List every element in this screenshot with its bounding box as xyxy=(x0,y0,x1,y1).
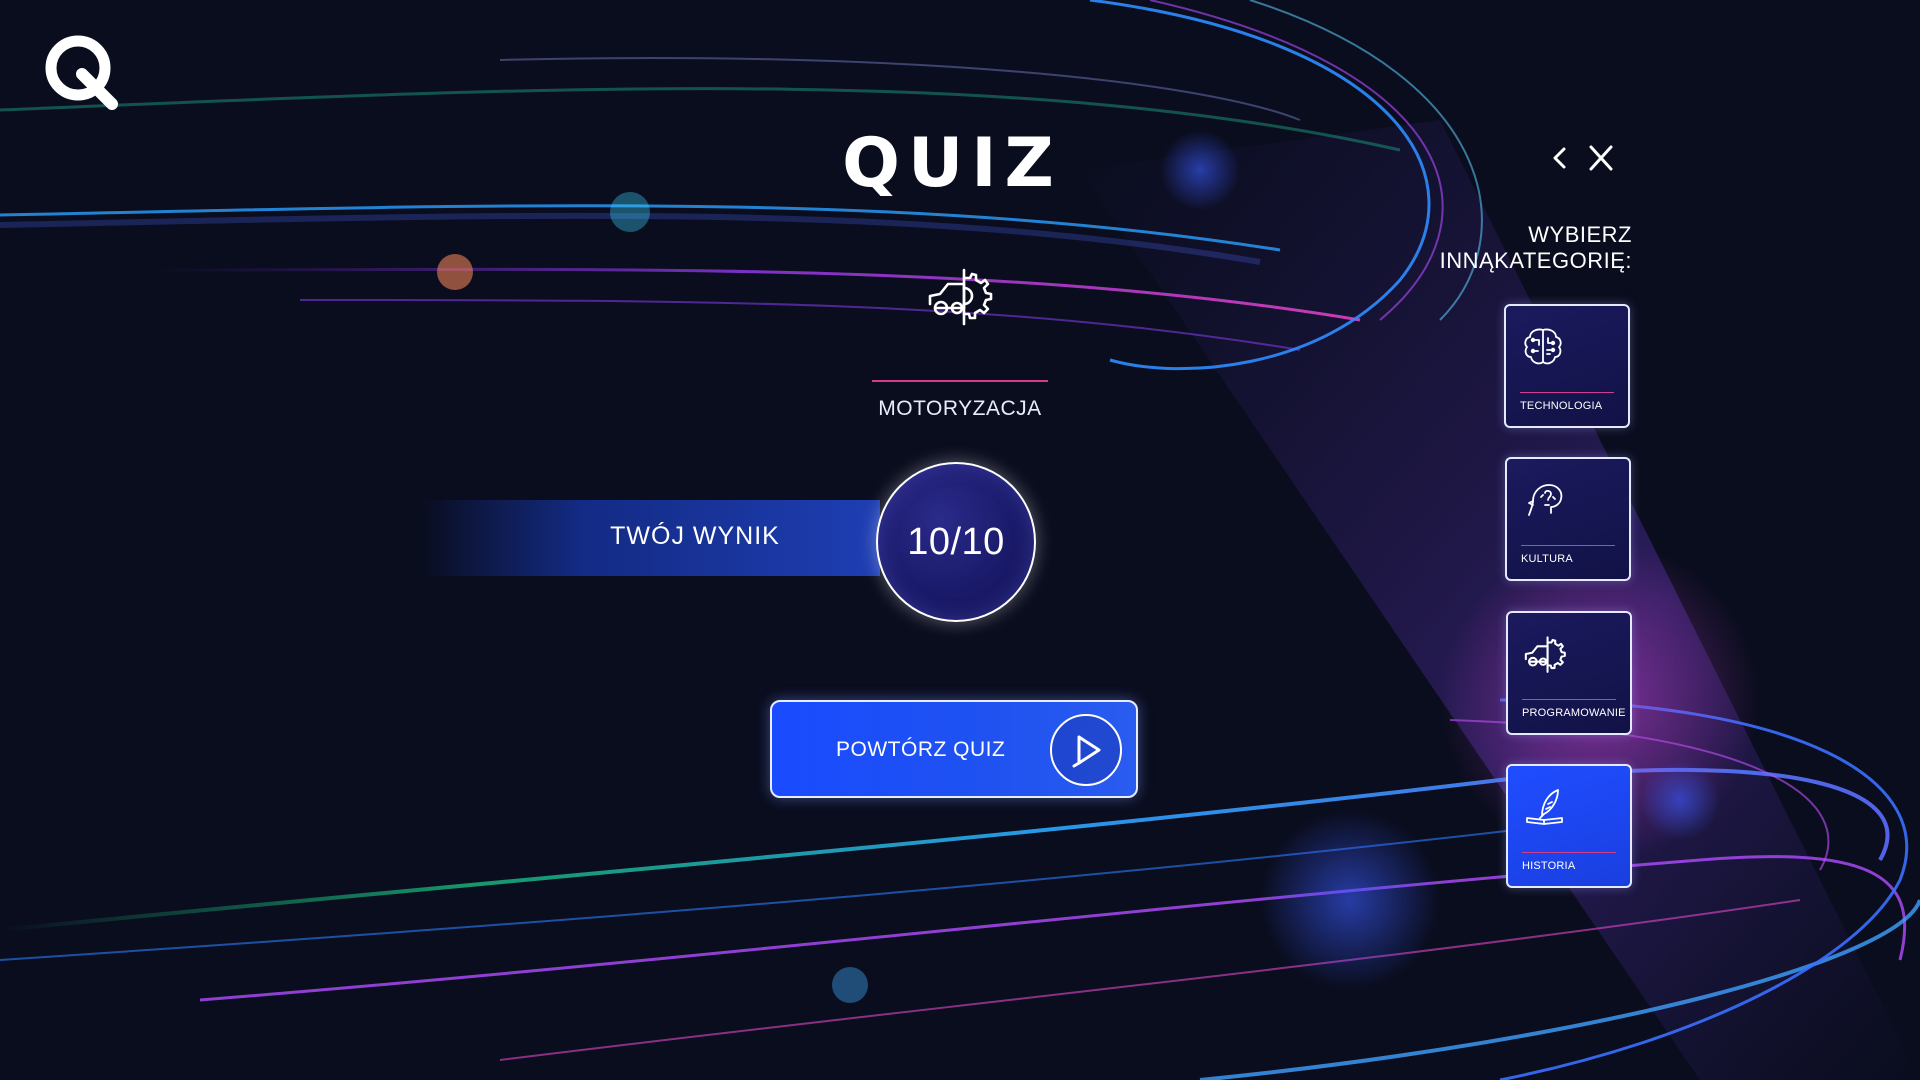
play-button[interactable] xyxy=(1050,714,1122,786)
category-tile-historia[interactable]: HISTORIA xyxy=(1506,764,1632,888)
score-value: 10/10 xyxy=(907,520,1005,563)
category-name: MOTORYZACJA xyxy=(878,397,1042,420)
tile-divider xyxy=(1522,699,1616,700)
car-gear-icon xyxy=(928,268,993,326)
category-label: TECHNOLOGIA xyxy=(1520,400,1603,412)
tile-divider xyxy=(1520,392,1614,393)
category-tile-kultura[interactable]: KULTURA xyxy=(1505,457,1631,581)
repeat-quiz-button[interactable]: POWTÓRZ QUIZ xyxy=(770,700,1138,798)
category-label: KULTURA xyxy=(1521,553,1573,565)
category-tile-technologia[interactable]: TECHNOLOGIA xyxy=(1504,304,1630,428)
play-icon xyxy=(1072,735,1101,768)
page-title: QUIZ xyxy=(842,124,1062,203)
tile-divider xyxy=(1521,545,1615,546)
repeat-quiz-label: POWTÓRZ QUIZ xyxy=(836,738,1006,761)
q-logo-icon[interactable] xyxy=(40,30,130,112)
tile-divider xyxy=(1522,852,1616,853)
score-circle: 10/10 xyxy=(876,462,1036,622)
category-tile-programowanie[interactable]: PROGRAMOWANIE xyxy=(1506,611,1632,735)
category-label: HISTORIA xyxy=(1522,860,1576,872)
choose-category-line1: WYBIERZ xyxy=(1528,222,1632,247)
quill-book-icon xyxy=(1526,789,1563,825)
car-gear-icon xyxy=(1524,636,1566,673)
head-thinking-icon xyxy=(1528,484,1563,516)
choose-category-heading: WYBIERZ INNĄKATEGORIĘ: xyxy=(1420,222,1632,274)
score-label: TWÓJ WYNIK xyxy=(610,522,780,550)
close-icon[interactable] xyxy=(1586,144,1616,172)
choose-category-line2: INNĄKATEGORIĘ: xyxy=(1439,248,1632,273)
category-divider xyxy=(872,380,1048,382)
chevron-left-icon[interactable] xyxy=(1548,144,1572,172)
brain-circuit-icon xyxy=(1524,328,1562,365)
category-label: PROGRAMOWANIE xyxy=(1522,707,1626,719)
